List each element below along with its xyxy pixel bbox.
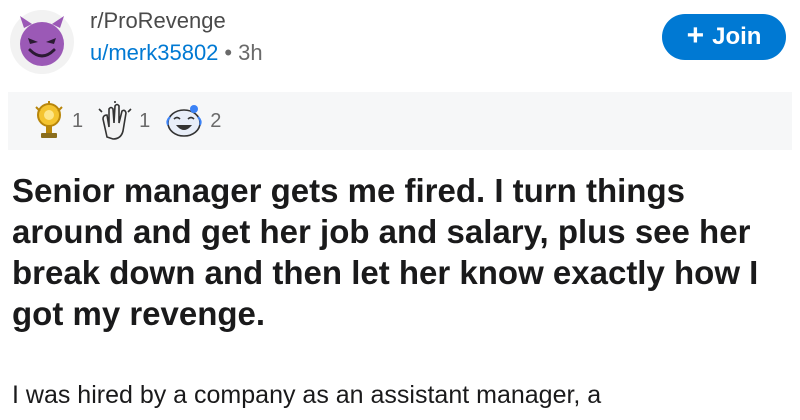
awards-bar: 1 1 2 [8, 92, 792, 150]
post-title[interactable]: Senior manager gets me fired. I turn thi… [12, 170, 792, 334]
clapping-hands-award-icon [98, 101, 132, 140]
plus-icon: + [686, 19, 705, 52]
award-item[interactable]: 1 [32, 101, 83, 141]
award-count: 2 [210, 109, 222, 132]
post-meta: u/merk35802 • 3h [90, 40, 263, 66]
award-count: 1 [139, 109, 151, 132]
trophy-award-icon [35, 101, 63, 138]
post-age: 3h [238, 40, 263, 65]
meta-separator: • [224, 40, 233, 65]
award-item[interactable]: 2 [164, 101, 221, 141]
subreddit-avatar[interactable] [10, 10, 74, 74]
devil-face-icon [20, 16, 64, 66]
join-label: Join [712, 23, 762, 50]
subreddit-name[interactable]: r/ProRevenge [90, 8, 226, 34]
post-header: r/ProRevenge u/merk35802 • 3h + Join [0, 0, 800, 90]
post-body: I was hired by a company as an assistant… [12, 381, 602, 409]
join-button[interactable]: + Join [662, 14, 786, 60]
author-link[interactable]: u/merk35802 [90, 40, 218, 65]
laughing-face-award-icon [166, 105, 202, 137]
award-count: 1 [72, 109, 84, 132]
award-item[interactable]: 1 [97, 101, 150, 141]
